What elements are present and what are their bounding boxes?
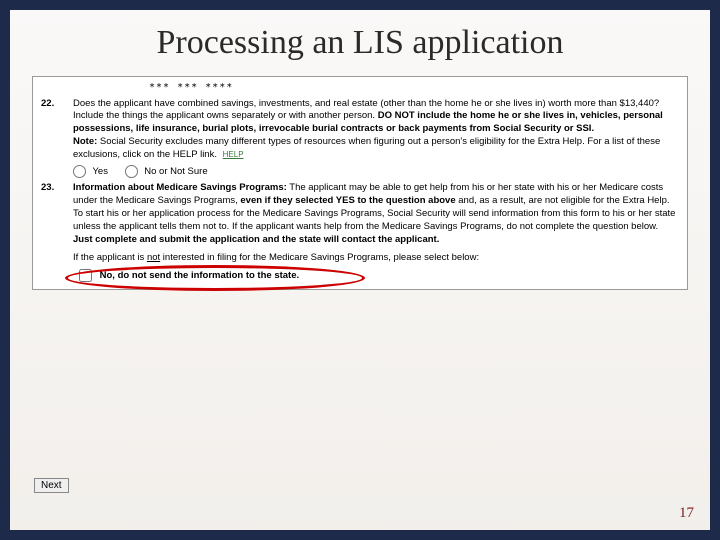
no-send-label: No, do not send the information to the s…: [100, 270, 300, 281]
q23-sub-block: If the applicant is not interested in fi…: [73, 252, 681, 283]
q23-body: Information about Medicare Savings Progr…: [73, 182, 681, 246]
form-panel: *** *** **** 22. Does the applicant have…: [32, 76, 688, 290]
q22-number: 22.: [39, 98, 73, 111]
masked-field: *** *** ****: [39, 81, 681, 95]
q22-no-radio[interactable]: [125, 165, 138, 178]
next-button[interactable]: Next: [34, 478, 69, 493]
q22-body: Does the applicant have combined savings…: [73, 98, 681, 179]
q22-no-text: No or Not Sure: [144, 166, 207, 177]
q23-checkbox-line: No, do not send the information to the s…: [73, 269, 299, 283]
slide-title: Processing an LIS application: [10, 10, 710, 70]
q22-yes-radio[interactable]: [73, 165, 86, 178]
no-send-checkbox[interactable]: [79, 269, 92, 282]
q22-no-label[interactable]: No or Not Sure: [125, 166, 208, 177]
page-number: 17: [679, 505, 694, 522]
q22-note-text: Social Security excludes many different …: [73, 136, 660, 160]
q23-bold1: even if they selected YES to the questio…: [240, 195, 455, 206]
q23-bold2: Just complete and submit the application…: [73, 234, 439, 245]
q23-heading: Information about Medicare Savings Progr…: [73, 182, 287, 193]
q23-subintro1: If the applicant is: [73, 252, 147, 263]
q23-not-underline: not: [147, 252, 160, 263]
q22-yes-text: Yes: [92, 166, 108, 177]
question-23: 23. Information about Medicare Savings P…: [39, 182, 681, 246]
q23-number: 23.: [39, 182, 73, 195]
q22-note-label: Note:: [73, 136, 97, 147]
q22-yes-label[interactable]: Yes: [73, 166, 111, 177]
q23-subintro2: interested in filing for the Medicare Sa…: [163, 252, 479, 263]
question-22: 22. Does the applicant have combined sav…: [39, 98, 681, 179]
help-link[interactable]: HELP: [223, 150, 244, 159]
q22-radio-group: Yes No or Not Sure: [73, 165, 677, 179]
